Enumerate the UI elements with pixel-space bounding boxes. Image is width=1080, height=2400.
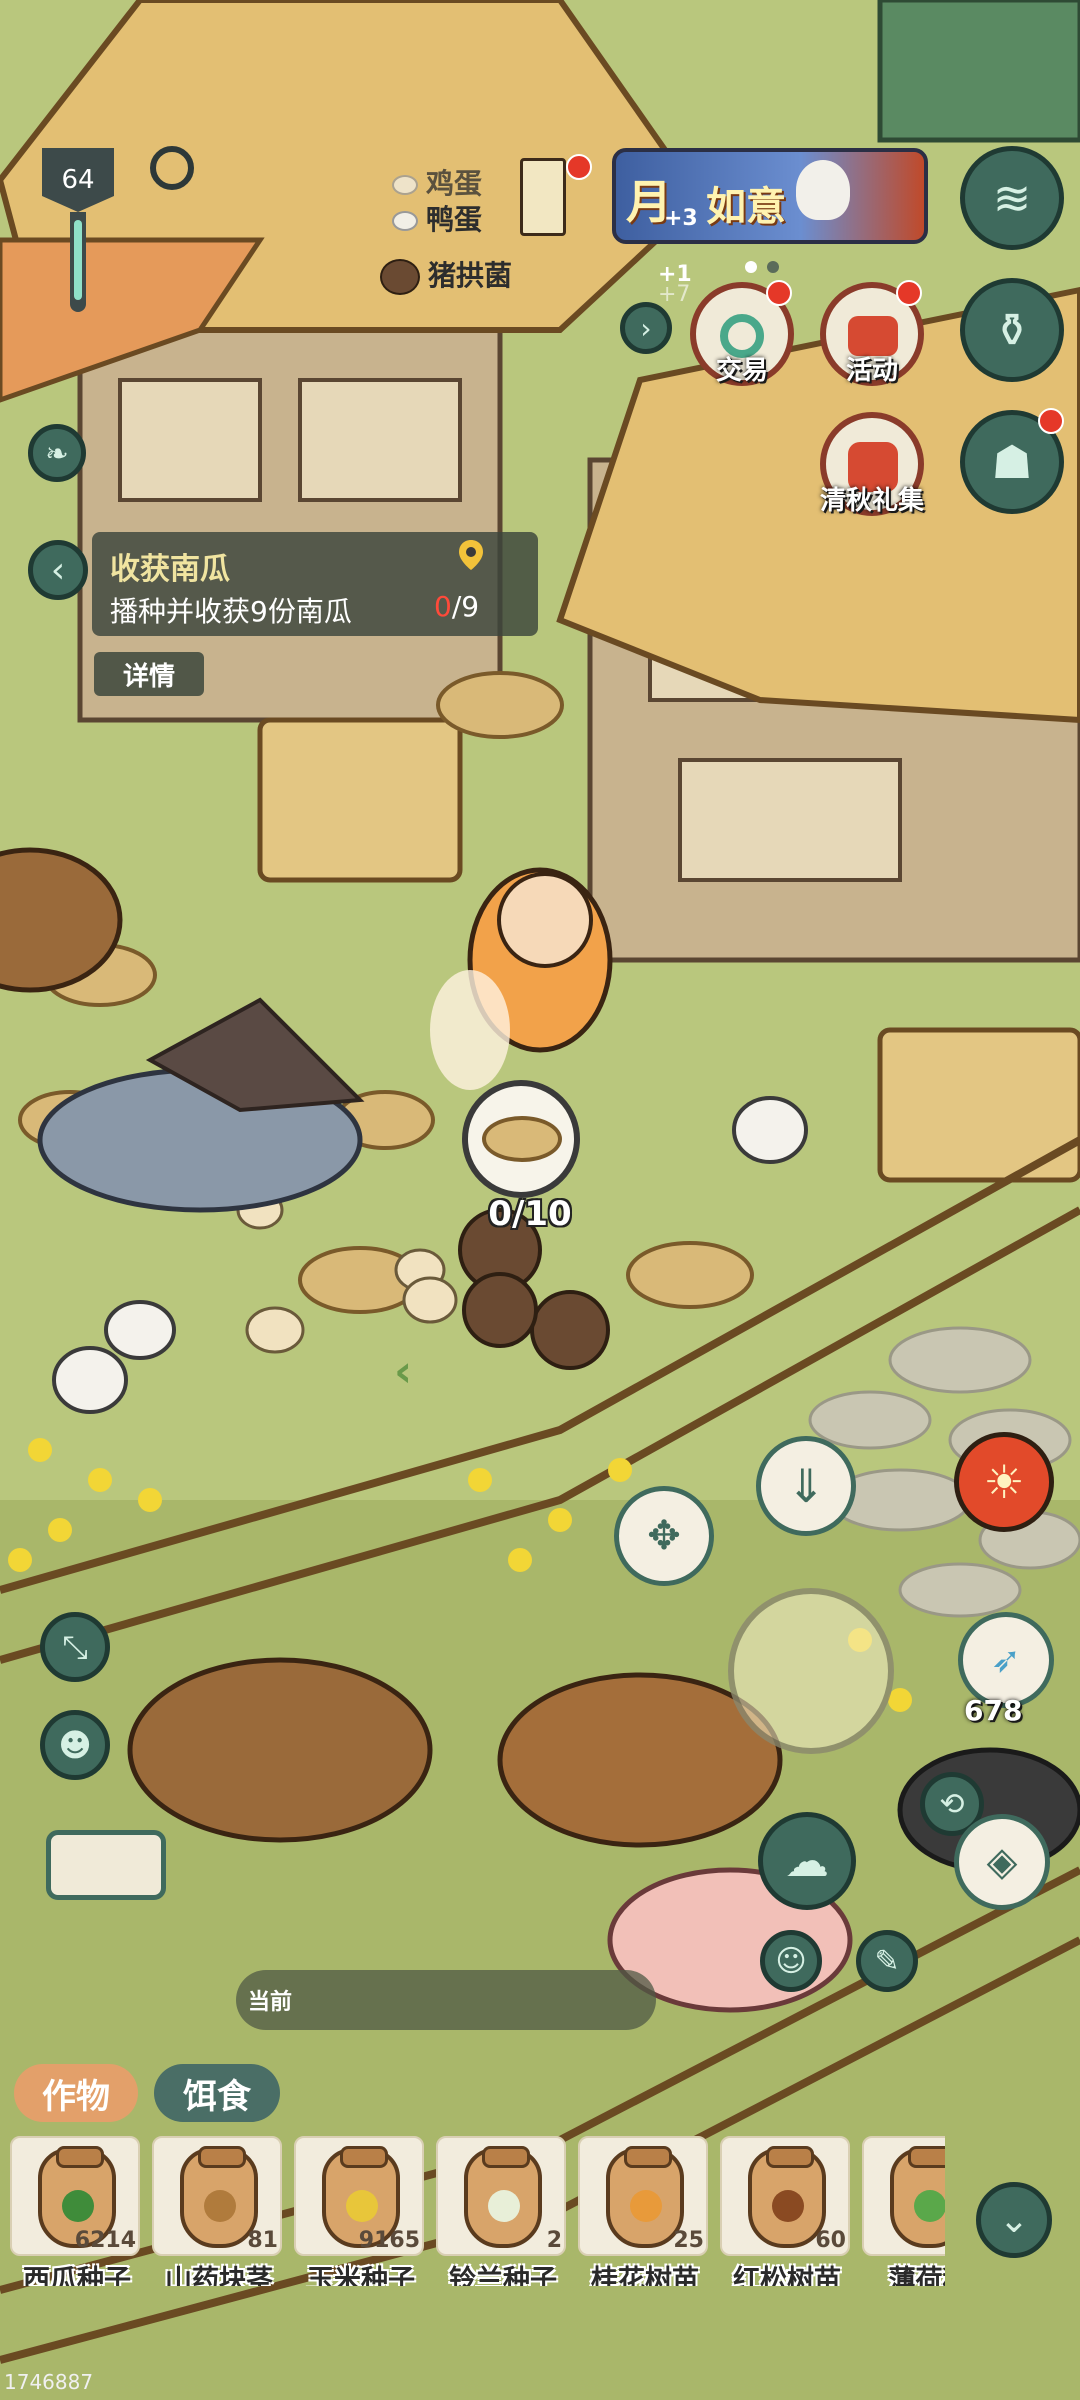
item-red-pine-sapling[interactable]: 60 红松树苗 bbox=[720, 2136, 850, 2286]
tab-bait[interactable]: 饵食 bbox=[154, 2064, 280, 2122]
chevron-down-icon[interactable]: ⌄ bbox=[976, 2182, 1052, 2258]
notification-dot bbox=[1038, 408, 1064, 434]
item-name: 红松树苗 bbox=[733, 2265, 841, 2286]
nest-collect-button[interactable] bbox=[462, 1080, 580, 1198]
wave-icon[interactable]: ≋ bbox=[960, 146, 1064, 250]
banner-pager bbox=[740, 258, 784, 277]
quest-description: 播种并收获9份南瓜 bbox=[110, 595, 352, 628]
item-count: 2 bbox=[546, 2228, 562, 2253]
jar-icon[interactable]: ⚱ bbox=[960, 278, 1064, 382]
quest-progress-total: /9 bbox=[451, 590, 480, 623]
item-mark bbox=[346, 2190, 378, 2222]
yak-bottom-left bbox=[127, 1657, 433, 1843]
menu-expand-button[interactable]: › bbox=[620, 302, 672, 354]
item-mark bbox=[630, 2190, 662, 2222]
resource-duck-egg: 鸭蛋 bbox=[392, 198, 482, 238]
cloud-skill-icon[interactable]: ☁ bbox=[758, 1812, 856, 1910]
trade-label: 交易 bbox=[715, 356, 768, 386]
resource-truffle: 猪拱菌 bbox=[380, 254, 512, 295]
direction-arrow-icon: ‹ bbox=[394, 1346, 413, 1397]
item-name: 薄荷种 bbox=[888, 2265, 946, 2286]
move-cross-icon[interactable]: ✥ bbox=[614, 1486, 714, 1586]
banner-bonus: +3 bbox=[664, 206, 698, 231]
skill-count: 678 bbox=[964, 1694, 1023, 1727]
item-watermelon-seed[interactable]: 6214 西瓜种子 bbox=[10, 2136, 140, 2286]
quest-title: 收获南瓜 bbox=[110, 552, 230, 587]
landscape-card-icon[interactable] bbox=[46, 1830, 166, 1900]
item-name: 铃兰种子 bbox=[449, 2265, 557, 2286]
item-mint-seed[interactable]: 薄荷种 bbox=[862, 2136, 945, 2286]
resource-name: 鸡蛋 bbox=[426, 167, 483, 200]
item-name: 桂花树苗 bbox=[591, 2265, 699, 2286]
player-level-badge[interactable]: 64 bbox=[28, 148, 128, 318]
seed-item-list[interactable]: 6214 西瓜种子 81 山药块茎 9165 玉米种子 2 铃兰种子 25 桂花… bbox=[10, 2136, 945, 2286]
seed-bag-icon bbox=[464, 2146, 542, 2248]
item-name: 玉米种子 bbox=[307, 2265, 415, 2286]
seed-bag-icon bbox=[890, 2146, 945, 2248]
quest-progress: 0/9 bbox=[434, 590, 479, 623]
item-mark bbox=[204, 2190, 236, 2222]
item-yam-tuber[interactable]: 81 山药块茎 bbox=[152, 2136, 282, 2286]
seed-bag-icon bbox=[606, 2146, 684, 2248]
leaf-icon[interactable]: ❧ bbox=[28, 424, 86, 482]
item-name: 西瓜种子 bbox=[23, 2265, 131, 2286]
quest-collapse-button[interactable]: ‹ bbox=[28, 540, 88, 600]
grid-diamond-icon[interactable]: ◈ bbox=[954, 1814, 1050, 1910]
item-count: 6214 bbox=[74, 2228, 136, 2253]
recall-icon[interactable]: ⇓ bbox=[756, 1436, 856, 1536]
seed-bag-icon bbox=[180, 2146, 258, 2248]
item-lily-seed[interactable]: 2 铃兰种子 bbox=[436, 2136, 566, 2286]
tab-crops[interactable]: 作物 bbox=[14, 2064, 138, 2122]
fire-spirit-icon[interactable]: ☀ bbox=[954, 1432, 1054, 1532]
nest-icon bbox=[482, 1116, 562, 1162]
item-count: 25 bbox=[673, 2228, 704, 2253]
resource-name: 鸭蛋 bbox=[426, 203, 483, 236]
activity-label: 活动 bbox=[845, 356, 898, 386]
resource-ghost: 鸡蛋 bbox=[392, 162, 482, 202]
ring-icon[interactable] bbox=[150, 146, 194, 190]
level-exp-bar bbox=[70, 212, 86, 312]
event-banner[interactable]: 月 如意 bbox=[612, 148, 928, 244]
notification-dot bbox=[766, 280, 792, 306]
current-item-bar bbox=[236, 1970, 656, 2030]
expand-arrows-icon[interactable]: ⤡ bbox=[40, 1612, 110, 1682]
virtual-joystick[interactable] bbox=[728, 1588, 894, 1754]
location-pin-icon[interactable] bbox=[454, 538, 488, 572]
nest-count: 0/10 bbox=[488, 1194, 572, 1234]
duck-egg-icon bbox=[392, 211, 418, 231]
item-mark bbox=[914, 2190, 945, 2222]
seed-bag-icon bbox=[748, 2146, 826, 2248]
emote-icon[interactable]: ☺ bbox=[760, 1930, 822, 1992]
item-corn-seed[interactable]: 9165 玉米种子 bbox=[294, 2136, 424, 2286]
item-mark bbox=[488, 2190, 520, 2222]
level-number: 64 bbox=[42, 148, 114, 212]
resource-name: 猪拱菌 bbox=[428, 259, 513, 292]
character-icon[interactable]: ☻ bbox=[40, 1710, 110, 1780]
chicken-egg-icon bbox=[392, 175, 418, 195]
item-name: 山药块茎 bbox=[165, 2265, 273, 2286]
current-label: 当前 bbox=[248, 1990, 293, 2015]
user-id: 1746887 bbox=[4, 2370, 94, 2394]
item-count: 9165 bbox=[358, 2228, 420, 2253]
ghost-plus7: +7 bbox=[658, 282, 691, 307]
tool-icon[interactable]: ✎ bbox=[856, 1930, 918, 1992]
scroll-icon[interactable] bbox=[520, 158, 566, 236]
quest-progress-current: 0 bbox=[434, 590, 452, 623]
item-count: 60 bbox=[815, 2228, 846, 2253]
notification-dot bbox=[896, 280, 922, 306]
notification-dot bbox=[566, 154, 592, 180]
quest-details-button[interactable]: 详情 bbox=[94, 652, 204, 696]
item-osmanthus-sapling[interactable]: 25 桂花树苗 bbox=[578, 2136, 708, 2286]
item-mark bbox=[772, 2190, 804, 2222]
banner-text-b: 如意 bbox=[706, 184, 786, 230]
rabbit-icon bbox=[796, 160, 850, 220]
item-count: 81 bbox=[247, 2228, 278, 2253]
truffle-icon bbox=[380, 259, 420, 295]
autumn-gift-label: 清秋礼集 bbox=[819, 486, 924, 516]
item-mark bbox=[62, 2190, 94, 2222]
